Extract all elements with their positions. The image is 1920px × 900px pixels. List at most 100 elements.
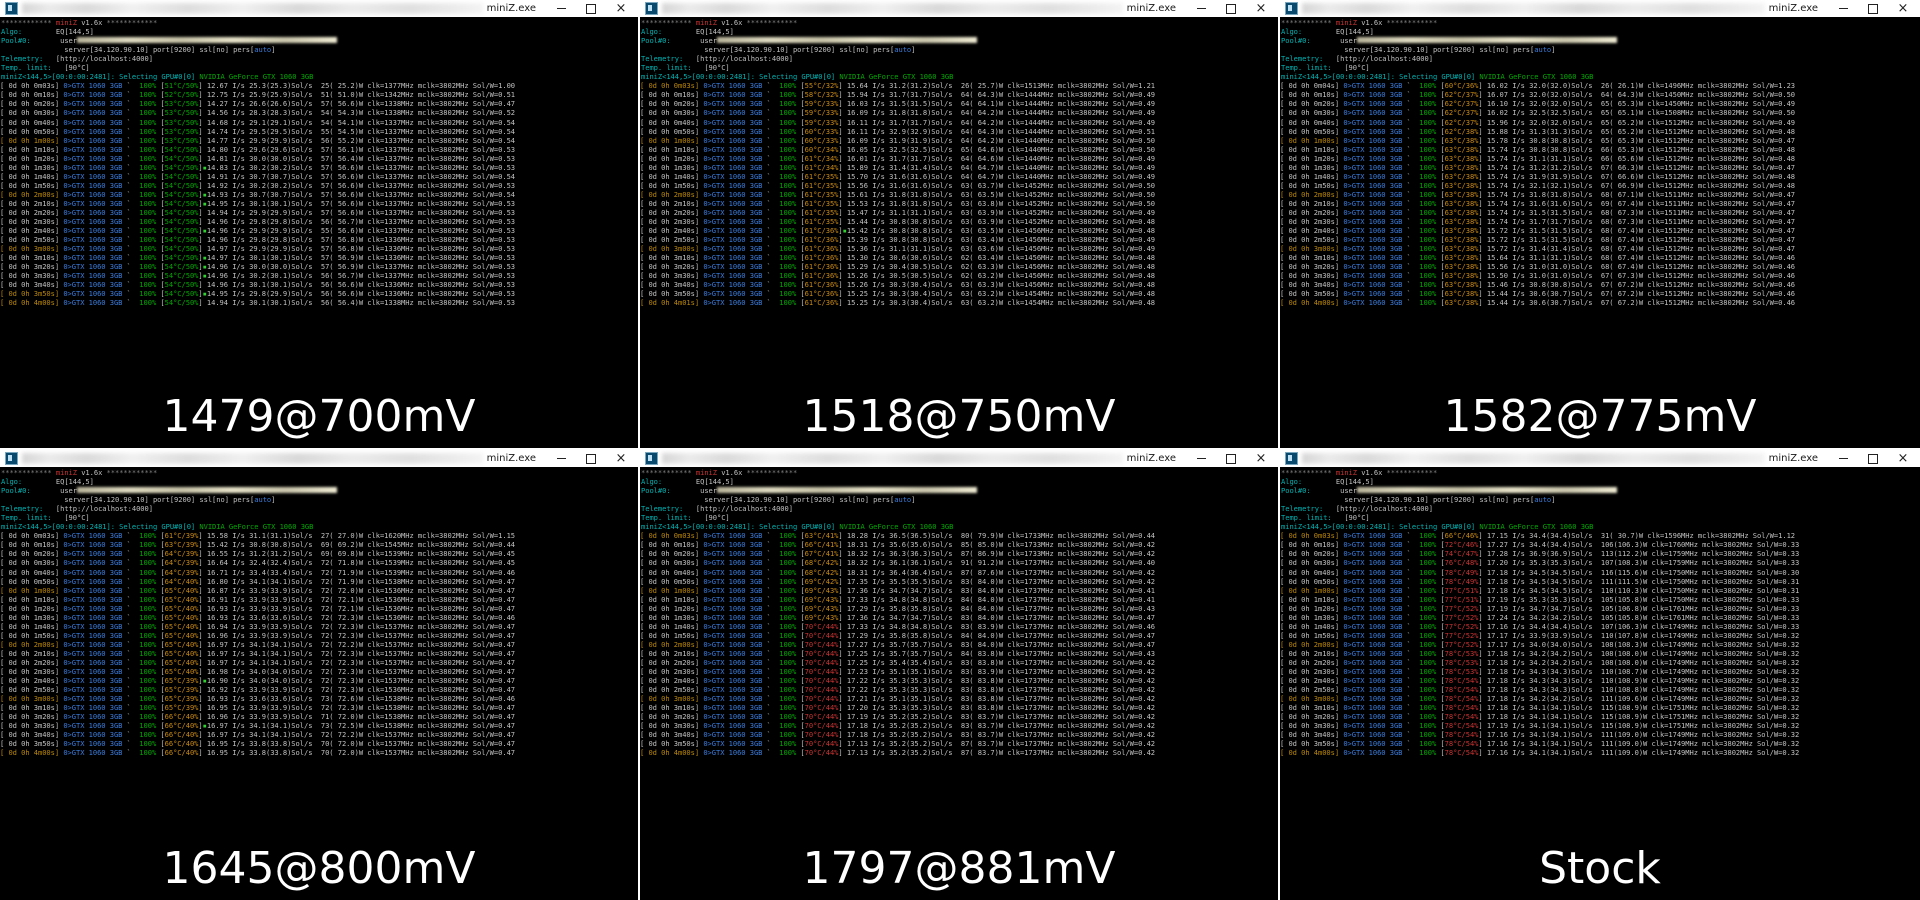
table-row: [ 0d 0h 2m00s] 0>GTX 1060 3GB ` 100% [61…: [640, 189, 1156, 199]
table-row: [ 0d 0h 1m30s] 0>GTX 1060 3GB ` 100% [54…: [0, 162, 516, 172]
algo-line: Algo: EQ[144,5]: [1281, 27, 1374, 37]
table-row: [ 0d 0h 1m10s] 0>GTX 1060 3GB ` 100% [69…: [640, 594, 1156, 604]
table-row: [ 0d 0h 2m30s] 0>GTX 1060 3GB ` 100% [78…: [1280, 667, 1800, 677]
table-row: [ 0d 0h 1m50s] 0>GTX 1060 3GB ` 100% [61…: [640, 180, 1156, 190]
console-output[interactable]: ************ miniZ v1.6x ************ Al…: [0, 17, 638, 448]
banner-line: ************ miniZ v1.6x ************: [641, 468, 798, 477]
minimize-button[interactable]: [1828, 450, 1858, 467]
table-row: [ 0d 0h 1m40s] 0>GTX 1060 3GB ` 100% [61…: [640, 171, 1156, 181]
console-output[interactable]: ************ miniZ v1.6x ************ Al…: [0, 467, 638, 900]
banner-line: ************ miniZ v1.6x ************: [1, 18, 158, 27]
window-controls[interactable]: [1186, 450, 1276, 467]
table-row: [ 0d 0h 1m00s] 0>GTX 1060 3GB ` 100% [77…: [1280, 585, 1800, 595]
console-header: ************ miniZ v1.6x ************ Al…: [0, 467, 638, 531]
maximize-button[interactable]: [576, 450, 606, 467]
table-row: [ 0d 0h 1m00s] 0>GTX 1060 3GB ` 100% [60…: [640, 135, 1156, 145]
table-row: [ 0d 0h 0m04s] 0>GTX 1060 3GB ` 100% [60…: [1280, 81, 1796, 91]
window-titlebar[interactable]: miniZ.exe: [1280, 0, 1920, 17]
maximize-button[interactable]: [576, 0, 606, 17]
selecting-gpu-line: miniZ<144,5>[00:0:00:2481]: Selecting GP…: [1281, 522, 1594, 532]
console-output[interactable]: ************ miniZ v1.6x ************ Al…: [1280, 17, 1920, 448]
close-button[interactable]: [1888, 450, 1918, 467]
close-button[interactable]: [606, 450, 636, 467]
table-row: [ 0d 0h 0m30s] 0>GTX 1060 3GB ` 100% [64…: [0, 558, 516, 568]
table-row: [ 0d 0h 1m00s] 0>GTX 1060 3GB ` 100% [63…: [1280, 135, 1796, 145]
window-titlebar[interactable]: miniZ.exe: [640, 450, 1278, 467]
window-controls[interactable]: [546, 0, 636, 17]
templimit-line: Temp. limit: [90°C]: [1281, 513, 1370, 523]
window-title: miniZ.exe: [1768, 453, 1818, 464]
table-row: [ 0d 0h 1m20s] 0>GTX 1060 3GB ` 100% [69…: [640, 603, 1156, 613]
window-controls[interactable]: [546, 450, 636, 467]
window-controls[interactable]: [1828, 450, 1918, 467]
telemetry-line: Telemetry: [http://localhost:4000]: [1, 504, 153, 514]
app-icon: [645, 452, 658, 465]
table-row: [ 0d 0h 2m30s] 0>GTX 1060 3GB ` 100% [70…: [640, 667, 1156, 677]
table-row: [ 0d 0h 3m10s] 0>GTX 1060 3GB ` 100% [63…: [1280, 253, 1796, 263]
maximize-button[interactable]: [1858, 0, 1888, 17]
table-row: [ 0d 0h 0m50s] 0>GTX 1060 3GB ` 100% [53…: [0, 126, 516, 136]
panel-caption: 1645@800mV: [162, 843, 476, 894]
table-row: [ 0d 0h 2m00s] 0>GTX 1060 3GB ` 100% [54…: [0, 189, 516, 199]
table-row: [ 0d 0h 1m40s] 0>GTX 1060 3GB ` 100% [77…: [1280, 621, 1800, 631]
table-row: [ 0d 0h 2m40s] 0>GTX 1060 3GB ` 100% [78…: [1280, 676, 1800, 686]
minimize-button[interactable]: [546, 0, 576, 17]
templimit-line: Temp. limit: [90°C]: [641, 513, 730, 523]
table-row: [ 0d 0h 2m30s] 0>GTX 1060 3GB ` 100% [61…: [640, 217, 1156, 227]
table-row: [ 0d 0h 3m20s] 0>GTX 1060 3GB ` 100% [66…: [0, 712, 516, 722]
table-row: [ 0d 0h 3m30s] 0>GTX 1060 3GB ` 100% [63…: [1280, 271, 1796, 281]
close-button[interactable]: [606, 0, 636, 17]
pool-server-line: server[34.120.90.10] port[9200] ssl[no] …: [1281, 495, 1556, 505]
table-row: [ 0d 0h 1m20s] 0>GTX 1060 3GB ` 100% [61…: [640, 153, 1156, 163]
table-row: [ 0d 0h 1m30s] 0>GTX 1060 3GB ` 100% [77…: [1280, 612, 1800, 622]
table-row: [ 0d 0h 3m30s] 0>GTX 1060 3GB ` 100% [54…: [0, 271, 516, 281]
table-row: [ 0d 0h 0m20s] 0>GTX 1060 3GB ` 100% [74…: [1280, 549, 1800, 559]
console-output[interactable]: ************ miniZ v1.6x ************ Al…: [1280, 467, 1920, 900]
table-row: [ 0d 0h 2m40s] 0>GTX 1060 3GB ` 100% [65…: [0, 676, 516, 686]
minimize-button[interactable]: [1186, 450, 1216, 467]
table-row: [ 0d 0h 2m20s] 0>GTX 1060 3GB ` 100% [70…: [640, 657, 1156, 667]
table-row: [ 0d 0h 1m30s] 0>GTX 1060 3GB ` 100% [63…: [1280, 162, 1796, 172]
table-row: [ 0d 0h 0m20s] 0>GTX 1060 3GB ` 100% [53…: [0, 99, 516, 109]
table-row: [ 0d 0h 0m30s] 0>GTX 1060 3GB ` 100% [53…: [0, 108, 516, 118]
table-row: [ 0d 0h 3m40s] 0>GTX 1060 3GB ` 100% [70…: [640, 730, 1156, 740]
minimize-button[interactable]: [546, 450, 576, 467]
maximize-button[interactable]: [1858, 450, 1888, 467]
table-row: [ 0d 0h 3m00s] 0>GTX 1060 3GB ` 100% [65…: [0, 694, 516, 704]
window-titlebar[interactable]: miniZ.exe: [640, 0, 1278, 17]
pool-server-line: server[34.120.90.10] port[9200] ssl[no] …: [1, 45, 276, 55]
table-row: [ 0d 0h 3m20s] 0>GTX 1060 3GB ` 100% [63…: [1280, 262, 1796, 272]
pool-user-redacted: [76, 487, 337, 494]
table-row: [ 0d 0h 3m30s] 0>GTX 1060 3GB ` 100% [66…: [0, 721, 516, 731]
window-titlebar[interactable]: miniZ.exe: [0, 0, 638, 17]
table-row: [ 0d 0h 3m20s] 0>GTX 1060 3GB ` 100% [54…: [0, 262, 516, 272]
table-row: [ 0d 0h 1m40s] 0>GTX 1060 3GB ` 100% [65…: [0, 621, 516, 631]
console-output[interactable]: ************ miniZ v1.6x ************ Al…: [640, 467, 1278, 900]
close-button[interactable]: [1246, 0, 1276, 17]
close-button[interactable]: [1888, 0, 1918, 17]
console-panel-p1: miniZ.exe ************ miniZ v1.6x *****…: [0, 0, 640, 450]
console-panel-p3: miniZ.exe ************ miniZ v1.6x *****…: [1280, 0, 1920, 450]
table-row: [ 0d 0h 2m20s] 0>GTX 1060 3GB ` 100% [54…: [0, 207, 516, 217]
table-row: [ 0d 0h 4m01s] 0>GTX 1060 3GB ` 100% [61…: [640, 298, 1156, 308]
console-output[interactable]: ************ miniZ v1.6x ************ Al…: [640, 17, 1278, 448]
window-controls[interactable]: [1828, 0, 1918, 17]
table-row: [ 0d 0h 1m40s] 0>GTX 1060 3GB ` 100% [63…: [1280, 171, 1796, 181]
table-row: [ 0d 0h 1m50s] 0>GTX 1060 3GB ` 100% [54…: [0, 180, 516, 190]
window-titlebar[interactable]: miniZ.exe: [1280, 450, 1920, 467]
table-row: [ 0d 0h 3m50s] 0>GTX 1060 3GB ` 100% [54…: [0, 289, 516, 299]
table-row: [ 0d 0h 2m30s] 0>GTX 1060 3GB ` 100% [54…: [0, 217, 516, 227]
table-row: [ 0d 0h 0m10s] 0>GTX 1060 3GB ` 100% [63…: [0, 540, 516, 550]
table-row: [ 0d 0h 1m00s] 0>GTX 1060 3GB ` 100% [65…: [0, 585, 516, 595]
table-row: [ 0d 0h 1m20s] 0>GTX 1060 3GB ` 100% [65…: [0, 603, 516, 613]
close-button[interactable]: [1246, 450, 1276, 467]
algo-line: Algo: EQ[144,5]: [641, 477, 734, 487]
maximize-button[interactable]: [1216, 0, 1246, 17]
minimize-button[interactable]: [1186, 0, 1216, 17]
maximize-button[interactable]: [1216, 450, 1246, 467]
window-titlebar[interactable]: miniZ.exe: [0, 450, 638, 467]
window-controls[interactable]: [1186, 0, 1276, 17]
console-header: ************ miniZ v1.6x ************ Al…: [640, 17, 1278, 81]
table-row: [ 0d 0h 2m20s] 0>GTX 1060 3GB ` 100% [63…: [1280, 207, 1796, 217]
minimize-button[interactable]: [1828, 0, 1858, 17]
